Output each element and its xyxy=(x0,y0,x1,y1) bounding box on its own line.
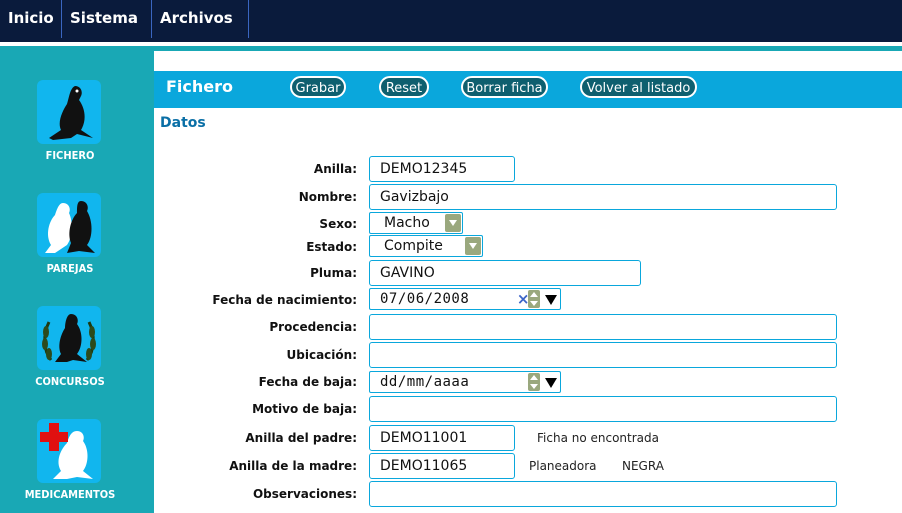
pigeon-laurel-icon[interactable] xyxy=(37,306,101,370)
sidebar: FICHERO PAREJAS CONCURSOS MEDICAMENTOS xyxy=(0,51,154,513)
ubicacion-label: Ubicación: xyxy=(286,348,357,362)
anilla-padre-field[interactable]: DEMO11001 xyxy=(369,425,515,451)
fecha-baja-field[interactable]: dd/mm/aaaa xyxy=(369,371,561,393)
procedencia-label: Procedencia: xyxy=(269,320,357,334)
ubicacion-field[interactable] xyxy=(369,342,837,368)
fecha-nacimiento-value: 07/06/2008 xyxy=(380,291,470,307)
pigeon-medical-icon[interactable] xyxy=(37,419,101,483)
observaciones-label: Observaciones: xyxy=(252,487,357,501)
anilla-padre-label: Anilla del padre: xyxy=(245,431,357,445)
spinner-icon[interactable] xyxy=(528,290,540,308)
section-title: Datos xyxy=(160,115,206,131)
grabar-button[interactable]: Grabar xyxy=(290,76,346,98)
main-content: Fichero Grabar Reset Borrar ficha Volver… xyxy=(154,51,902,513)
menu-sistema[interactable]: Sistema xyxy=(62,0,152,38)
sexo-value: Macho xyxy=(384,215,430,231)
estado-value: Compite xyxy=(384,238,443,254)
pigeon-icon[interactable] xyxy=(37,80,101,144)
anilla-label: Anilla: xyxy=(313,162,357,176)
pigeon-pair-icon[interactable] xyxy=(37,193,101,257)
reset-button[interactable]: Reset xyxy=(379,76,429,98)
fecha-baja-label: Fecha de baja: xyxy=(258,375,357,389)
panel-header: Fichero Grabar Reset Borrar ficha Volver… xyxy=(154,71,902,108)
sidebar-item-medicamentos[interactable]: MEDICAMENTOS xyxy=(0,488,140,501)
spinner-icon[interactable] xyxy=(528,373,540,391)
estado-select[interactable]: Compite xyxy=(369,235,483,257)
chevron-down-icon[interactable] xyxy=(445,214,461,232)
procedencia-field[interactable] xyxy=(369,314,837,340)
anilla-madre-note-name: Planeadora xyxy=(529,459,597,473)
menu-inicio[interactable]: Inicio xyxy=(0,0,62,38)
borrar-ficha-button[interactable]: Borrar ficha xyxy=(461,76,548,98)
sidebar-item-fichero[interactable]: FICHERO xyxy=(0,149,140,162)
pluma-field[interactable]: GAVINO xyxy=(369,260,641,286)
anilla-padre-note: Ficha no encontrada xyxy=(537,431,659,445)
sidebar-item-concursos[interactable]: CONCURSOS xyxy=(0,375,140,388)
top-menu-bar: Inicio Sistema Archivos xyxy=(0,0,902,42)
sidebar-item-parejas[interactable]: PAREJAS xyxy=(0,262,140,275)
sexo-label: Sexo: xyxy=(319,217,357,231)
panel-title: Fichero xyxy=(166,77,234,96)
anilla-madre-label: Anilla de la madre: xyxy=(229,459,357,473)
pluma-label: Pluma: xyxy=(310,266,357,280)
nombre-label: Nombre: xyxy=(298,190,357,204)
estado-label: Estado: xyxy=(306,240,357,254)
fecha-baja-placeholder: dd/mm/aaaa xyxy=(380,374,470,390)
sexo-select[interactable]: Macho xyxy=(369,212,463,234)
observaciones-field[interactable] xyxy=(369,481,837,507)
calendar-dropdown-icon[interactable] xyxy=(545,378,557,388)
calendar-dropdown-icon[interactable] xyxy=(545,295,557,305)
fecha-nacimiento-field[interactable]: 07/06/2008 × xyxy=(369,288,561,310)
fecha-nacimiento-label: Fecha de nacimiento: xyxy=(212,293,357,307)
anilla-madre-note-color: NEGRA xyxy=(622,459,664,473)
motivo-baja-label: Motivo de baja: xyxy=(252,402,357,416)
anilla-field[interactable]: DEMO12345 xyxy=(369,156,515,182)
volver-listado-button[interactable]: Volver al listado xyxy=(580,76,697,98)
nombre-field[interactable]: Gavizbajo xyxy=(369,184,837,210)
chevron-down-icon[interactable] xyxy=(465,237,481,255)
motivo-baja-field[interactable] xyxy=(369,396,837,422)
menu-archivos[interactable]: Archivos xyxy=(152,0,249,38)
anilla-madre-field[interactable]: DEMO11065 xyxy=(369,453,515,479)
